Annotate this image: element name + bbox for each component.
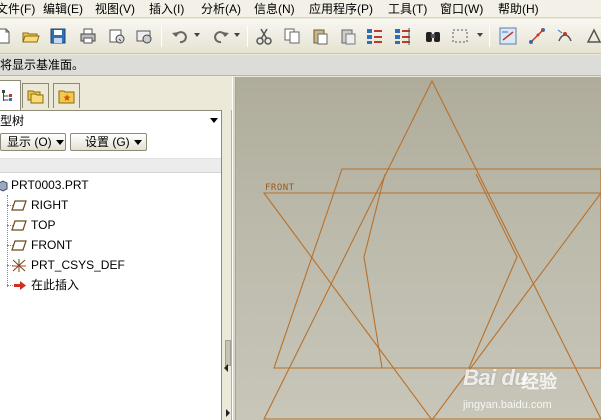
tree-item-label: PRT_CSYS_DEF <box>31 258 125 272</box>
tree-item-label: PRT0003.PRT <box>11 178 89 192</box>
part-icon <box>0 180 8 192</box>
tree-item-front[interactable]: FRONT <box>0 236 200 254</box>
scrollbar-thumb[interactable] <box>225 340 231 366</box>
point-display-icon[interactable] <box>555 26 575 46</box>
menu-view[interactable]: 视图(V) <box>95 1 135 17</box>
menu-applications[interactable]: 应用程序(P) <box>309 1 373 17</box>
tree-item-label: TOP <box>31 218 56 232</box>
panel-menu-caret-icon[interactable] <box>210 118 218 123</box>
datum-plane-icon <box>11 220 27 231</box>
regenerate-icon[interactable] <box>365 26 385 46</box>
select-box-icon[interactable] <box>450 26 470 46</box>
panel-title: 型树 <box>0 114 25 128</box>
regenerate-manager-icon[interactable] <box>393 26 413 46</box>
tab-favorites[interactable] <box>53 83 80 108</box>
insert-here-arrow-icon <box>14 281 26 290</box>
toolbar-separator <box>247 26 248 47</box>
model-tree-icon <box>1 89 12 101</box>
tree-item-csys[interactable]: PRT_CSYS_DEF <box>0 256 200 274</box>
menu-bar: 文件(F) 编辑(E) 视图(V) 插入(I) 分析(A) 信息(N) 应用程序… <box>0 0 601 18</box>
settings-dropdown-button[interactable]: 设置 (G) <box>70 133 147 151</box>
undo-dropdown-icon[interactable] <box>194 33 200 37</box>
message-bar: 将显示基准面。 <box>0 55 601 76</box>
collapse-left-icon[interactable] <box>224 364 228 372</box>
datum-plane-icon <box>11 240 27 251</box>
show-dropdown-label: 显示 (O) <box>7 135 52 149</box>
tree-item-insert-here[interactable]: 在此插入 <box>0 276 200 294</box>
redo-dropdown-icon[interactable] <box>234 33 240 37</box>
redo-icon[interactable] <box>211 26 231 46</box>
tree-item-top[interactable]: TOP <box>0 216 200 234</box>
menu-file[interactable]: 文件(F) <box>0 1 35 17</box>
watermark-logo: Bai du <box>463 365 528 390</box>
tab-model-tree[interactable] <box>0 80 21 110</box>
datum-display-icon[interactable] <box>498 26 518 46</box>
main-toolbar <box>0 19 601 54</box>
status-message: 将显示基准面。 <box>0 58 85 72</box>
toolbar-separator <box>489 26 490 47</box>
tab-folder-browser[interactable] <box>22 83 49 108</box>
datum-label-front: FRONT <box>265 183 295 193</box>
copy-icon[interactable] <box>282 26 302 46</box>
toolbar-separator <box>161 26 162 47</box>
tree-item-label: RIGHT <box>31 198 69 212</box>
tree-item-label: 在此插入 <box>31 278 80 292</box>
paste-special-icon[interactable] <box>338 26 358 46</box>
csys-display-icon[interactable] <box>584 26 601 46</box>
chevron-down-icon <box>133 140 142 146</box>
datum-plane-front-edge <box>363 173 386 369</box>
watermark: Bai du 经验 jingyan.baidu.com <box>459 364 601 420</box>
show-dropdown-button[interactable]: 显示 (O) <box>0 133 66 151</box>
save-icon[interactable] <box>48 26 68 46</box>
datum-plane-icon <box>11 200 27 211</box>
close-window-icon[interactable] <box>134 26 154 46</box>
navigator-tabs <box>0 77 232 110</box>
datum-plane-front <box>273 168 601 369</box>
watermark-url: jingyan.baidu.com <box>463 399 552 411</box>
watermark-logo-cn: 经验 <box>521 372 557 393</box>
model-tree-panel: 型树 显示 (O) 设置 (G) PRT0003.PRT RIGHT TOP F… <box>0 110 222 420</box>
folder-browser-icon <box>27 90 43 104</box>
chevron-down-icon <box>55 140 64 146</box>
cut-icon[interactable] <box>254 26 274 46</box>
tree-column-header <box>0 158 221 173</box>
expand-right-icon[interactable] <box>226 409 230 417</box>
menu-help[interactable]: 帮助(H) <box>498 1 539 17</box>
menu-insert[interactable]: 插入(I) <box>149 1 184 17</box>
find-icon[interactable] <box>423 26 443 46</box>
axis-display-icon[interactable] <box>527 26 547 46</box>
undo-icon[interactable] <box>170 26 190 46</box>
menu-edit[interactable]: 编辑(E) <box>43 1 83 17</box>
menu-info[interactable]: 信息(N) <box>254 1 295 17</box>
print-icon[interactable] <box>78 26 98 46</box>
settings-dropdown-label: 设置 (G) <box>85 135 130 149</box>
tree-scrollbar[interactable] <box>222 110 232 420</box>
menu-tools[interactable]: 工具(T) <box>388 1 427 17</box>
select-dropdown-icon[interactable] <box>477 33 483 37</box>
send-icon[interactable] <box>106 26 126 46</box>
menu-analysis[interactable]: 分析(A) <box>201 1 241 17</box>
new-icon[interactable] <box>0 26 14 46</box>
tree-item-label: FRONT <box>31 238 73 252</box>
favorites-icon <box>58 90 74 104</box>
tree-item-root[interactable]: PRT0003.PRT <box>0 176 200 194</box>
csys-icon <box>12 259 26 272</box>
open-icon[interactable] <box>21 26 41 46</box>
tree-item-right[interactable]: RIGHT <box>0 196 200 214</box>
paste-icon[interactable] <box>310 26 330 46</box>
menu-window[interactable]: 窗口(W) <box>440 1 483 17</box>
